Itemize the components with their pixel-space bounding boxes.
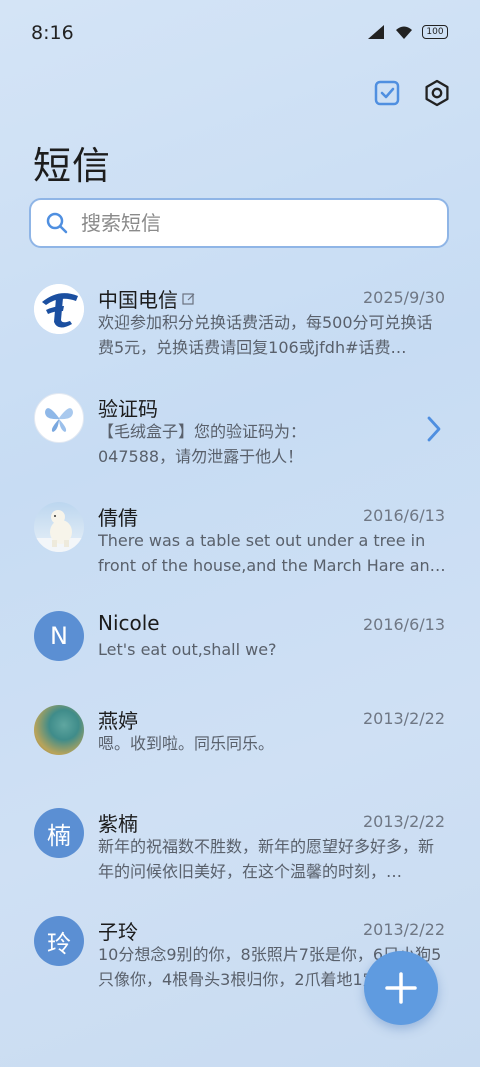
battery-icon: 100 — [422, 25, 448, 39]
letter-avatar: 玲 — [34, 916, 84, 966]
message-item[interactable]: 燕婷 2013/2/22 嗯。收到啦。同乐同乐。 — [0, 703, 480, 794]
signal-icon — [368, 25, 384, 39]
sender-name-text: Nicole — [98, 611, 160, 635]
landscape-avatar — [34, 705, 84, 755]
message-date: 2013/2/22 — [362, 709, 445, 728]
butterfly-icon — [45, 408, 73, 432]
message-date: 2013/2/22 — [362, 812, 445, 831]
message-item[interactable]: 中国电信 2025/9/30 欢迎参加积分兑换话费活动，每500分可兑换话费5元… — [0, 270, 480, 379]
message-item[interactable]: N Nicole 2016/6/13 Let's eat out,shall w… — [0, 597, 480, 703]
search-icon — [46, 212, 68, 234]
sender-name-text: 倩倩 — [98, 506, 138, 530]
polar-bear-avatar — [34, 502, 84, 552]
checkbox-icon — [374, 80, 400, 106]
gear-icon — [425, 79, 449, 107]
sender-name: 中国电信 — [98, 284, 196, 313]
wifi-icon — [396, 26, 412, 39]
letter-avatar: N — [34, 611, 84, 661]
sender-name: 子玲 — [98, 916, 138, 945]
sender-name: 倩倩 — [98, 502, 138, 531]
letter-avatar: 楠 — [34, 808, 84, 858]
message-item[interactable]: 楠 紫楠 2013/2/22 新年的祝福数不胜数，新年的愿望好多好多，新年的问候… — [0, 794, 480, 902]
message-date: 2016/6/13 — [362, 615, 445, 634]
message-preview: 嗯。收到啦。同乐同乐。 — [98, 734, 275, 753]
edit-icon — [182, 292, 195, 305]
message-date: 2013/2/22 — [362, 920, 445, 939]
message-preview: 新年的祝福数不胜数，新年的愿望好多好多，新年的问候依旧美好，在这个温馨的时刻，… — [98, 837, 435, 881]
sender-name: 燕婷 — [98, 705, 138, 734]
message-preview: 【毛绒盒子】您的验证码为：047588，请勿泄露于他人！ — [98, 422, 307, 466]
battery-level: 100 — [426, 26, 444, 37]
message-preview: There was a table set out under a tree i… — [98, 531, 446, 575]
search-box[interactable] — [29, 198, 449, 248]
message-preview: 欢迎参加积分兑换话费活动，每500分可兑换话费5元，兑换话费请回复106或jfd… — [98, 313, 433, 357]
status-icons: 100 — [366, 24, 448, 40]
message-list: 中国电信 2025/9/30 欢迎参加积分兑换话费活动，每500分可兑换话费5元… — [0, 270, 480, 1011]
message-item[interactable]: 验证码 【毛绒盒子】您的验证码为：047588，请勿泄露于他人！ — [0, 379, 480, 488]
sender-name: Nicole — [98, 611, 160, 635]
status-bar: 8:16 100 — [0, 0, 480, 66]
message-date: 2016/6/13 — [362, 506, 445, 525]
chevron-right-icon[interactable] — [426, 415, 442, 443]
sender-name: 验证码 — [98, 393, 158, 422]
butterfly-avatar — [34, 393, 84, 443]
page-title: 短信 — [33, 144, 112, 188]
message-item[interactable]: 倩倩 2016/6/13 There was a table set out u… — [0, 488, 480, 597]
plus-icon — [385, 972, 417, 1004]
china-telecom-logo-icon — [34, 284, 84, 334]
search-input[interactable] — [79, 210, 423, 236]
sender-name-text: 燕婷 — [98, 709, 138, 733]
status-time: 8:16 — [31, 22, 74, 44]
message-date: 2025/9/30 — [362, 288, 445, 307]
sender-name-text: 子玲 — [98, 920, 138, 944]
sender-name: 紫楠 — [98, 808, 138, 837]
sender-name-text: 中国电信 — [98, 288, 178, 312]
settings-button[interactable] — [422, 78, 452, 108]
sender-name-text: 紫楠 — [98, 812, 138, 836]
select-button[interactable] — [372, 78, 402, 108]
polar-bear-icon — [34, 510, 84, 552]
sender-name-text: 验证码 — [98, 397, 158, 421]
message-preview: Let's eat out,shall we? — [98, 640, 277, 659]
compose-button[interactable] — [364, 951, 438, 1025]
top-actions — [372, 78, 452, 108]
china-telecom-avatar — [34, 284, 84, 334]
